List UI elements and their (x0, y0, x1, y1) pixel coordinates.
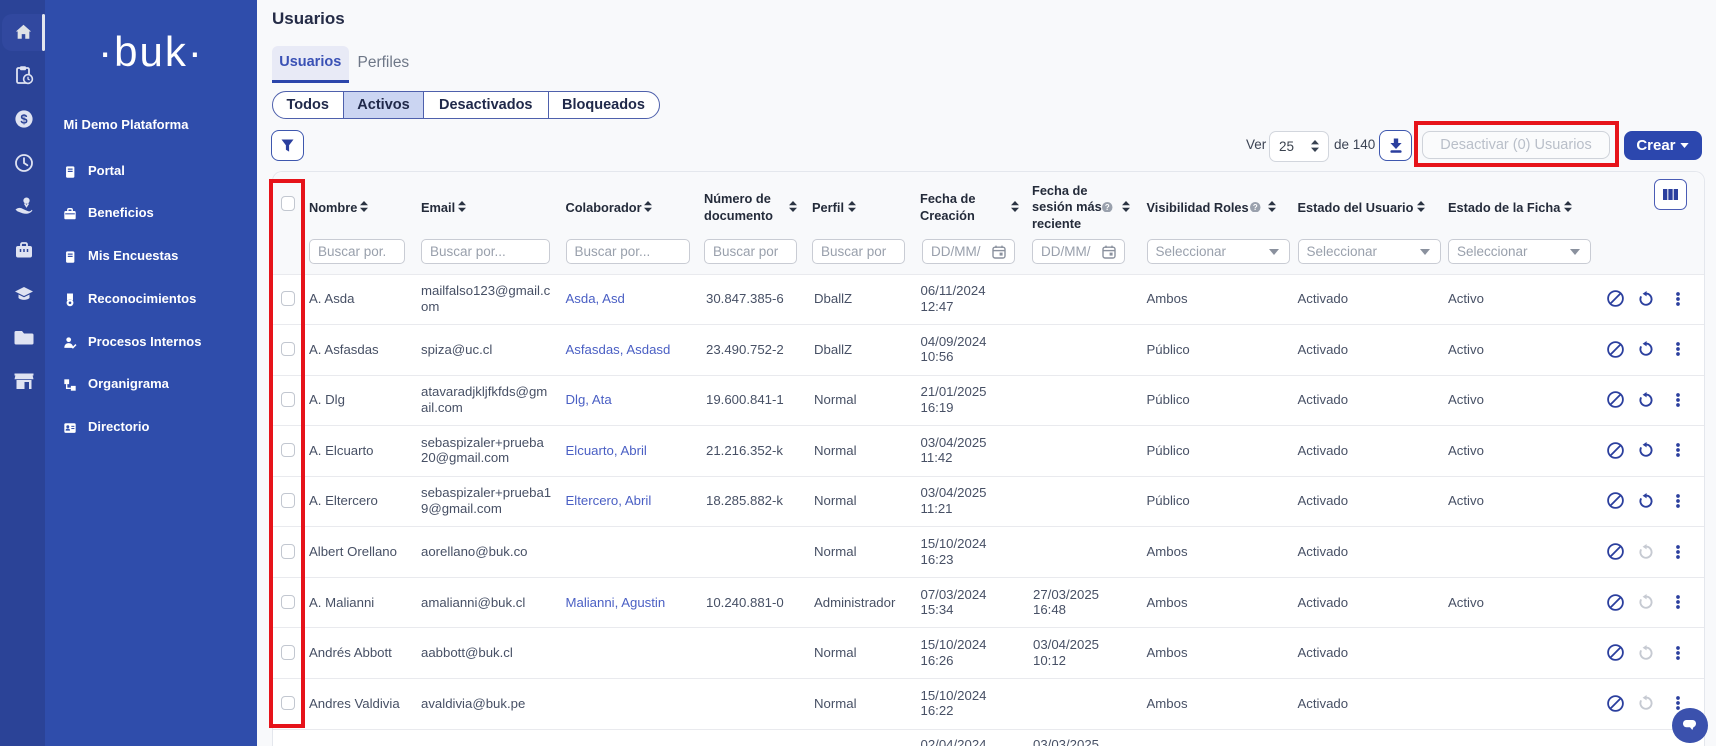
svg-text:?: ? (1105, 202, 1110, 211)
svg-text:?: ? (1253, 202, 1258, 211)
svg-text:$: $ (20, 111, 28, 126)
